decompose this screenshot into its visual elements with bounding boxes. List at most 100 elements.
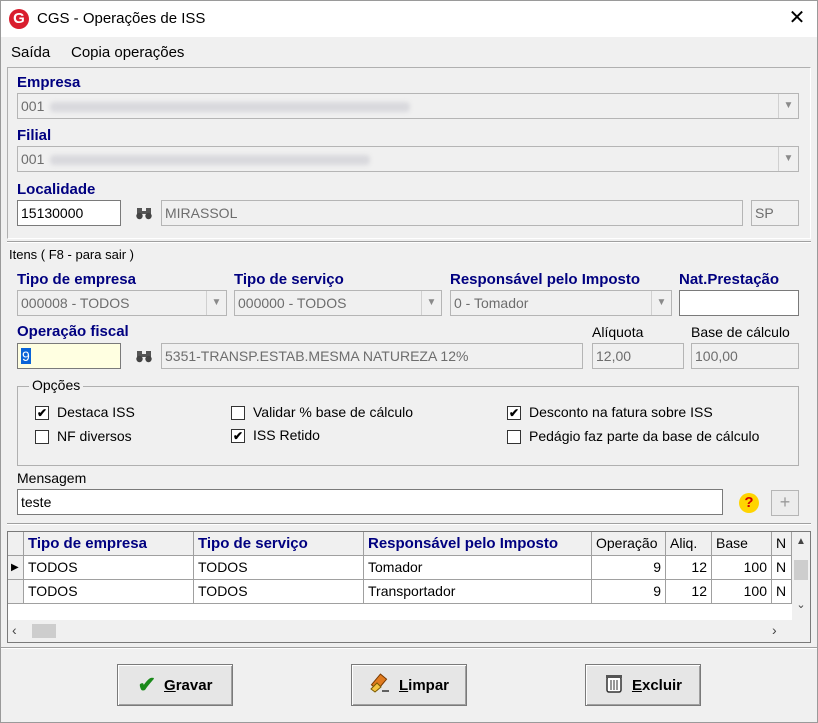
menu-bar: Saída Copia operações — [1, 41, 817, 65]
close-button[interactable]: ✕ — [785, 6, 809, 30]
scroll-left-icon[interactable]: ‹ — [12, 622, 17, 638]
cell-operacao[interactable]: 9 — [592, 580, 666, 604]
responsavel-select[interactable]: 0 - Tomador ▼ — [450, 290, 672, 316]
tipo-empresa-select[interactable]: 000008 - TODOS ▼ — [17, 290, 227, 316]
excluir-label: Excluir — [631, 676, 683, 694]
localidade-uf-field: SP — [751, 200, 799, 226]
filial-blurred-name — [50, 155, 371, 166]
col-header-base[interactable]: Base — [712, 532, 772, 556]
operacao-fiscal-input[interactable]: 9 — [17, 343, 121, 369]
cell-responsavel[interactable]: Tomador — [364, 556, 592, 580]
binoculars-search-icon[interactable] — [135, 348, 153, 364]
base-calculo-label: Base de cálculo — [691, 324, 790, 340]
itens-caption: Itens ( F8 - para sair ) — [9, 247, 134, 262]
vertical-scrollbar[interactable]: ▲ ⌄ — [792, 532, 810, 620]
cell-tipo-servico[interactable]: TODOS — [194, 556, 364, 580]
cell-tipo-servico[interactable]: TODOS — [194, 580, 364, 604]
destaca-iss-checkbox[interactable]: ✔ — [35, 406, 49, 420]
desconto-fatura-label: Desconto na fatura sobre ISS — [529, 404, 713, 420]
scroll-down-icon[interactable]: ⌄ — [792, 598, 810, 611]
binoculars-search-icon[interactable] — [135, 205, 153, 221]
cell-n[interactable]: N — [772, 580, 792, 604]
eraser-icon — [369, 673, 391, 697]
localidade-city-field: MIRASSOL — [161, 200, 743, 226]
cell-tipo-empresa[interactable]: TODOS — [24, 556, 194, 580]
divider — [1, 647, 817, 649]
filial-value: 001 — [21, 151, 45, 167]
scroll-up-icon[interactable]: ▲ — [792, 536, 810, 548]
window: G CGS - Operações de ISS ✕ Saída Copia o… — [0, 0, 818, 723]
tipo-empresa-label: Tipo de empresa — [17, 271, 136, 288]
chevron-down-icon[interactable]: ▼ — [651, 291, 671, 315]
mensagem-input[interactable]: teste — [17, 489, 723, 515]
empresa-select[interactable]: 001 ▼ — [17, 93, 799, 119]
row-indicator-arrow-icon[interactable]: ▶ — [8, 556, 24, 580]
help-icon[interactable]: ? — [739, 493, 759, 513]
col-header-operacao[interactable]: Operação — [592, 532, 666, 556]
filial-label: Filial — [17, 127, 52, 144]
cell-aliq[interactable]: 12 — [666, 556, 712, 580]
items-grid[interactable]: Tipo de empresa Tipo de serviço Responsá… — [7, 531, 811, 643]
hscrollbar-thumb[interactable] — [32, 624, 56, 638]
validar-base-checkbox[interactable] — [231, 406, 245, 420]
excluir-button[interactable]: Excluir — [585, 664, 701, 706]
nf-diversos-checkbox[interactable] — [35, 430, 49, 444]
col-header-tipo-servico[interactable]: Tipo de serviço — [194, 532, 364, 556]
chevron-down-icon[interactable]: ▼ — [778, 94, 798, 118]
col-header-aliq[interactable]: Aliq. — [666, 532, 712, 556]
aliquota-label: Alíquota — [592, 324, 644, 340]
cell-aliq[interactable]: 12 — [666, 580, 712, 604]
scrollbar-thumb[interactable] — [794, 560, 808, 580]
cell-operacao[interactable]: 9 — [592, 556, 666, 580]
gravar-label: Gravar — [164, 676, 213, 694]
horizontal-scrollbar[interactable]: ‹ › — [8, 620, 810, 642]
gravar-button[interactable]: ✔ Gravar — [117, 664, 233, 706]
cell-responsavel[interactable]: Transportador — [364, 580, 592, 604]
col-header-responsavel[interactable]: Responsável pelo Imposto — [364, 532, 592, 556]
chevron-down-icon[interactable]: ▼ — [778, 147, 798, 171]
iss-retido-checkbox[interactable]: ✔ — [231, 429, 245, 443]
localidade-code-input[interactable]: 15130000 — [17, 200, 121, 226]
chevron-down-icon[interactable]: ▼ — [206, 291, 226, 315]
validar-base-label: Validar % base de cálculo — [253, 404, 414, 420]
col-header-tipo-empresa[interactable]: Tipo de empresa — [24, 532, 194, 556]
desconto-fatura-checkbox[interactable]: ✔ — [507, 406, 521, 420]
cell-base[interactable]: 100 — [712, 580, 772, 604]
aliquota-field: 12,00 — [592, 343, 684, 369]
iss-retido-label: ISS Retido — [253, 427, 320, 443]
pedagio-label: Pedágio faz parte da base de cálculo — [529, 428, 760, 444]
tipo-empresa-value: 000008 - TODOS — [21, 295, 130, 311]
responsavel-value: 0 - Tomador — [454, 295, 529, 311]
empresa-value: 001 — [21, 98, 45, 114]
menu-item-copia-operacoes[interactable]: Copia operações — [71, 44, 184, 61]
grid-corner — [8, 532, 24, 556]
cell-tipo-empresa[interactable]: TODOS — [24, 580, 194, 604]
window-title: CGS - Operações de ISS — [37, 10, 206, 27]
opcoes-group — [17, 386, 799, 466]
scroll-right-icon[interactable]: › — [772, 622, 777, 638]
row-indicator[interactable] — [8, 580, 24, 604]
plus-icon: + — [779, 492, 791, 512]
nat-prestacao-label: Nat.Prestação — [679, 271, 780, 288]
add-message-button[interactable]: + — [771, 490, 799, 516]
tipo-servico-select[interactable]: 000000 - TODOS ▼ — [234, 290, 442, 316]
col-header-n[interactable]: N — [772, 532, 792, 556]
trash-icon — [604, 672, 624, 698]
cell-base[interactable]: 100 — [712, 556, 772, 580]
nat-prestacao-input[interactable] — [679, 290, 799, 316]
nf-diversos-label: NF diversos — [57, 428, 132, 444]
limpar-button[interactable]: Limpar — [351, 664, 467, 706]
mensagem-label: Mensagem — [17, 470, 87, 486]
limpar-label: Limpar — [398, 676, 450, 694]
operacao-fiscal-code: 9 — [21, 348, 31, 364]
tipo-servico-label: Tipo de serviço — [234, 271, 344, 288]
filial-select[interactable]: 001 ▼ — [17, 146, 799, 172]
title-bar: G CGS - Operações de ISS ✕ — [1, 1, 817, 37]
cell-n[interactable]: N — [772, 556, 792, 580]
chevron-down-icon[interactable]: ▼ — [421, 291, 441, 315]
menu-item-saida[interactable]: Saída — [11, 44, 50, 61]
localidade-label: Localidade — [17, 181, 96, 198]
checkmark-icon: ✔ — [137, 672, 157, 697]
destaca-iss-label: Destaca ISS — [57, 404, 135, 420]
pedagio-checkbox[interactable] — [507, 430, 521, 444]
